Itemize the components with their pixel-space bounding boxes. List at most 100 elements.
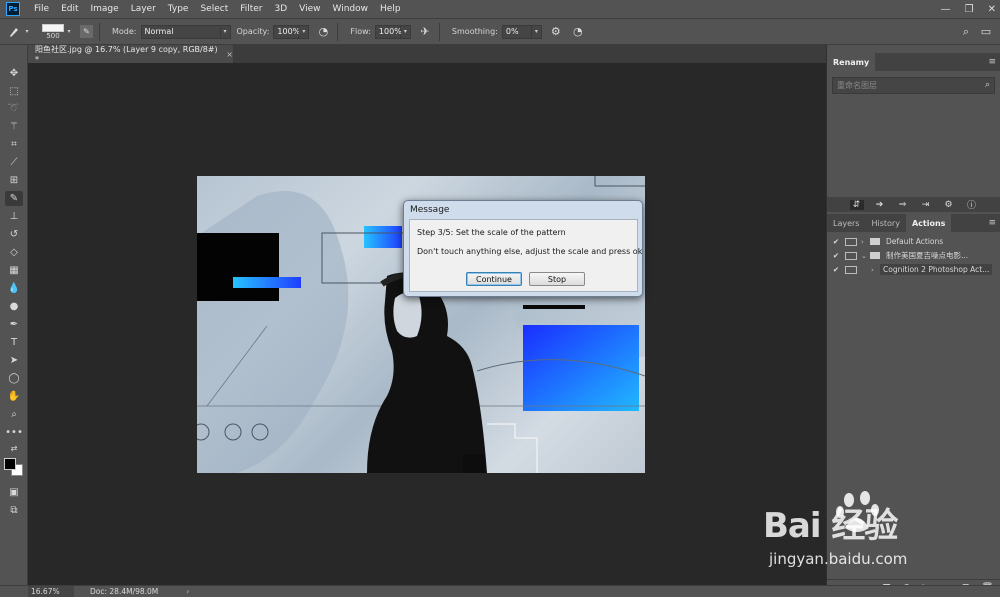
arrow-right-icon[interactable]: ➔ (873, 200, 887, 210)
rename-layer-input[interactable]: 重命名图层 ⌕ (832, 77, 995, 94)
smoothing-field[interactable]: 0% (501, 24, 532, 39)
document-tab[interactable]: 阳鱼社区.jpg @ 16.7% (Layer 9 copy, RGB/8#) … (28, 45, 233, 64)
opacity-chevron-icon[interactable]: ▾ (299, 24, 310, 39)
blur-tool-icon[interactable]: 💧 (5, 281, 23, 296)
gear-icon[interactable]: ⚙ (942, 200, 956, 210)
arrow-right-outline-icon[interactable]: ⇒ (896, 200, 910, 210)
dialog-instruction-text: Don't touch anything else, adjust the sc… (417, 247, 643, 256)
opacity-field[interactable]: 100% (273, 24, 300, 39)
flow-chevron-icon[interactable]: ▾ (400, 24, 411, 39)
menu-window[interactable]: Window (327, 4, 375, 14)
options-bar: ▾ 500 ▾ ✎ Mode: Normal ▾ Opacity: 100% ▾… (0, 18, 1000, 45)
checkmark-icon[interactable]: ✔ (829, 251, 843, 260)
brush-preset-picker[interactable]: 500 (42, 23, 64, 40)
screen-mode-icon[interactable]: ⧉ (5, 503, 23, 518)
mode-chevron-icon[interactable]: ▾ (220, 24, 231, 39)
action-set-row[interactable]: ✔ › Default Actions (827, 235, 1000, 248)
menu-3d[interactable]: 3D (269, 4, 294, 14)
menu-select[interactable]: Select (194, 4, 234, 14)
action-set-row[interactable]: ✔ ⌄ 制作美国夏吉噪点电影... (827, 249, 1000, 262)
dialog-step-text: Step 3/5: Set the scale of the pattern (417, 228, 566, 237)
arrow-into-icon[interactable]: ⇥ (919, 200, 933, 210)
type-tool-icon[interactable]: T (5, 335, 23, 350)
zoom-tool-icon[interactable]: ⌕ (5, 407, 23, 422)
menu-type[interactable]: Type (162, 4, 195, 14)
workspace-switcher-icon[interactable]: ▭ (978, 24, 994, 40)
document-size-info[interactable]: Doc: 28.4M/98.0M (90, 587, 158, 596)
renamy-panel-icon[interactable]: ⇵ (849, 199, 864, 210)
move-tool-icon[interactable]: ✥ (5, 66, 23, 81)
expand-arrow-icon[interactable]: › (871, 266, 880, 274)
airbrush-icon[interactable]: ✈ (417, 24, 433, 40)
menu-view[interactable]: View (293, 4, 326, 14)
menu-edit[interactable]: Edit (55, 4, 84, 14)
brush-tool-icon[interactable] (6, 24, 22, 40)
history-brush-tool-icon[interactable]: ↺ (5, 227, 23, 242)
pressure-opacity-icon[interactable]: ◔ (315, 24, 331, 40)
search-icon[interactable]: ⌕ (958, 24, 974, 40)
swap-colors-icon[interactable]: ⇄ (5, 441, 23, 456)
tab-actions[interactable]: Actions (905, 214, 952, 232)
zoom-level-field[interactable]: 16.67% (28, 586, 74, 597)
marquee-tool-icon[interactable]: ⬚ (5, 84, 23, 99)
lasso-tool-icon[interactable]: ➰ (5, 101, 23, 116)
hand-tool-icon[interactable]: ✋ (5, 389, 23, 404)
search-icon[interactable]: ⌕ (985, 80, 990, 90)
healing-brush-tool-icon[interactable]: ⊞ (5, 173, 23, 188)
info-icon[interactable]: ⓘ (965, 198, 979, 211)
menu-image[interactable]: Image (85, 4, 125, 14)
expand-arrow-icon[interactable]: › (861, 238, 870, 246)
panel-menu-icon[interactable]: ≡ (988, 57, 996, 67)
gradient-tool-icon[interactable]: ▦ (5, 263, 23, 278)
close-icon[interactable]: ✕ (988, 4, 996, 15)
foreground-color-swatch[interactable] (4, 458, 16, 470)
dialog-toggle-icon[interactable] (845, 251, 857, 260)
magic-wand-tool-icon[interactable]: ⚚ (5, 119, 23, 134)
close-tab-icon[interactable]: × (226, 50, 233, 59)
more-tools-icon[interactable]: ••• (5, 425, 23, 440)
tool-preset-chevron-icon[interactable]: ▾ (22, 25, 32, 39)
dodge-tool-icon[interactable]: ● (5, 299, 23, 314)
separator (99, 22, 100, 41)
quick-mask-icon[interactable]: ▣ (5, 485, 23, 500)
tab-renamy[interactable]: Renamy (827, 53, 876, 71)
menu-layer[interactable]: Layer (125, 4, 162, 14)
brush-tool-icon[interactable]: ✎ (5, 191, 23, 206)
status-menu-arrow-icon[interactable]: › (186, 587, 189, 596)
pen-tool-icon[interactable]: ✒ (5, 317, 23, 332)
ellipse-tool-icon[interactable]: ◯ (5, 371, 23, 386)
checkmark-icon[interactable]: ✔ (829, 265, 843, 274)
smoothing-options-gear-icon[interactable]: ⚙ (548, 24, 564, 40)
menu-bar: Ps File Edit Image Layer Type Select Fil… (0, 0, 1000, 18)
mode-select[interactable]: Normal (140, 24, 221, 39)
restore-icon[interactable]: ❐ (965, 4, 974, 15)
crop-tool-icon[interactable]: ⌗ (5, 137, 23, 152)
menu-file[interactable]: File (28, 4, 55, 14)
watermark-url-text: jingyan.baidu.com (769, 550, 908, 568)
dialog-toggle-icon[interactable] (845, 237, 857, 246)
actions-panel-menu-icon[interactable]: ≡ (988, 218, 996, 228)
action-row[interactable]: ✔ › Cognition 2 Photoshop Act... (827, 263, 1000, 276)
dialog-toggle-icon[interactable] (845, 265, 857, 274)
menu-filter[interactable]: Filter (234, 4, 268, 14)
brush-picker-chevron-icon[interactable]: ▾ (64, 25, 74, 39)
menu-help[interactable]: Help (374, 4, 407, 14)
pressure-size-icon[interactable]: ◔ (570, 24, 586, 40)
folder-open-icon (870, 252, 880, 259)
path-selection-tool-icon[interactable]: ➤ (5, 353, 23, 368)
stop-button[interactable]: Stop (529, 272, 585, 286)
minimize-icon[interactable]: — (941, 4, 951, 15)
eyedropper-tool-icon[interactable]: ⟋ (5, 155, 23, 170)
clone-stamp-tool-icon[interactable]: ⊥ (5, 209, 23, 224)
brush-settings-panel-icon[interactable]: ✎ (80, 25, 93, 38)
continue-button[interactable]: Continue (466, 272, 522, 286)
canvas-area[interactable] (28, 63, 826, 585)
collapse-arrow-icon[interactable]: ⌄ (861, 252, 870, 260)
tab-layers[interactable]: Layers (827, 214, 865, 232)
smoothing-chevron-icon[interactable]: ▾ (531, 24, 542, 39)
eraser-tool-icon[interactable]: ◇ (5, 245, 23, 260)
checkmark-icon[interactable]: ✔ (829, 237, 843, 246)
dialog-body: Step 3/5: Set the scale of the pattern D… (409, 219, 642, 292)
tab-history[interactable]: History (865, 214, 905, 232)
flow-field[interactable]: 100% (374, 24, 402, 39)
